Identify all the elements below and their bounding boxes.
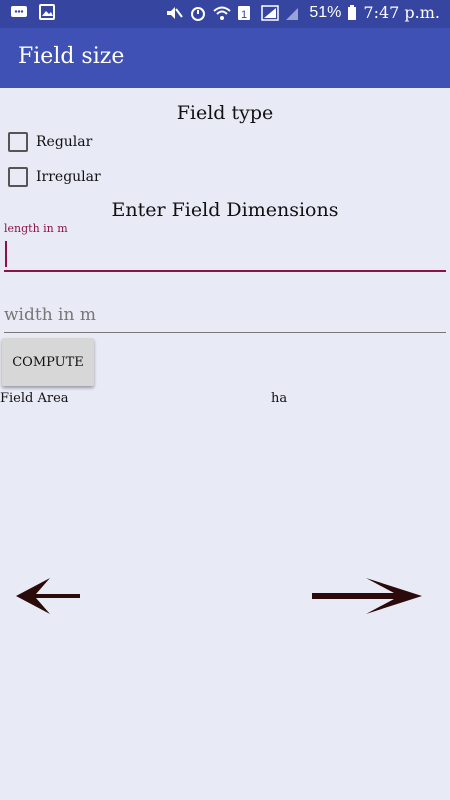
wifi-icon: [213, 5, 232, 21]
length-input[interactable]: [4, 236, 446, 272]
alarm-icon: [189, 5, 207, 21]
mute-icon: [165, 5, 184, 21]
field-type-heading: Field type: [176, 102, 274, 124]
status-bar: 1 51% 7:47 p.m.: [0, 0, 450, 28]
regular-checkbox-row[interactable]: Regular: [8, 132, 92, 152]
message-notification-icon: [10, 4, 28, 20]
svg-text:1: 1: [241, 9, 247, 21]
field-area-unit: ha: [271, 391, 288, 406]
dimensions-heading: Enter Field Dimensions: [111, 199, 339, 221]
signal-2-icon: [285, 5, 303, 21]
irregular-checkbox[interactable]: [8, 167, 28, 187]
irregular-checkbox-label[interactable]: Irregular: [36, 169, 101, 185]
sim-icon: 1: [237, 5, 255, 21]
page-title: Field size: [18, 44, 125, 69]
length-field-label: length in m: [4, 222, 68, 235]
text-cursor: [5, 241, 7, 267]
battery-percent: 51%: [309, 3, 342, 21]
image-notification-icon: [38, 4, 56, 20]
arrow-right-icon[interactable]: [308, 572, 428, 622]
app-bar: Field size: [0, 28, 450, 88]
regular-checkbox[interactable]: [8, 132, 28, 152]
regular-checkbox-label[interactable]: Regular: [36, 134, 92, 150]
signal-icon: [261, 4, 280, 21]
clock: 7:47 p.m.: [363, 3, 440, 22]
irregular-checkbox-row[interactable]: Irregular: [8, 167, 101, 187]
width-input[interactable]: [4, 298, 446, 333]
compute-button[interactable]: COMPUTE: [2, 338, 94, 386]
battery-icon: [347, 4, 357, 21]
field-area-label: Field Area: [0, 391, 69, 406]
arrow-left-icon[interactable]: [10, 572, 130, 622]
